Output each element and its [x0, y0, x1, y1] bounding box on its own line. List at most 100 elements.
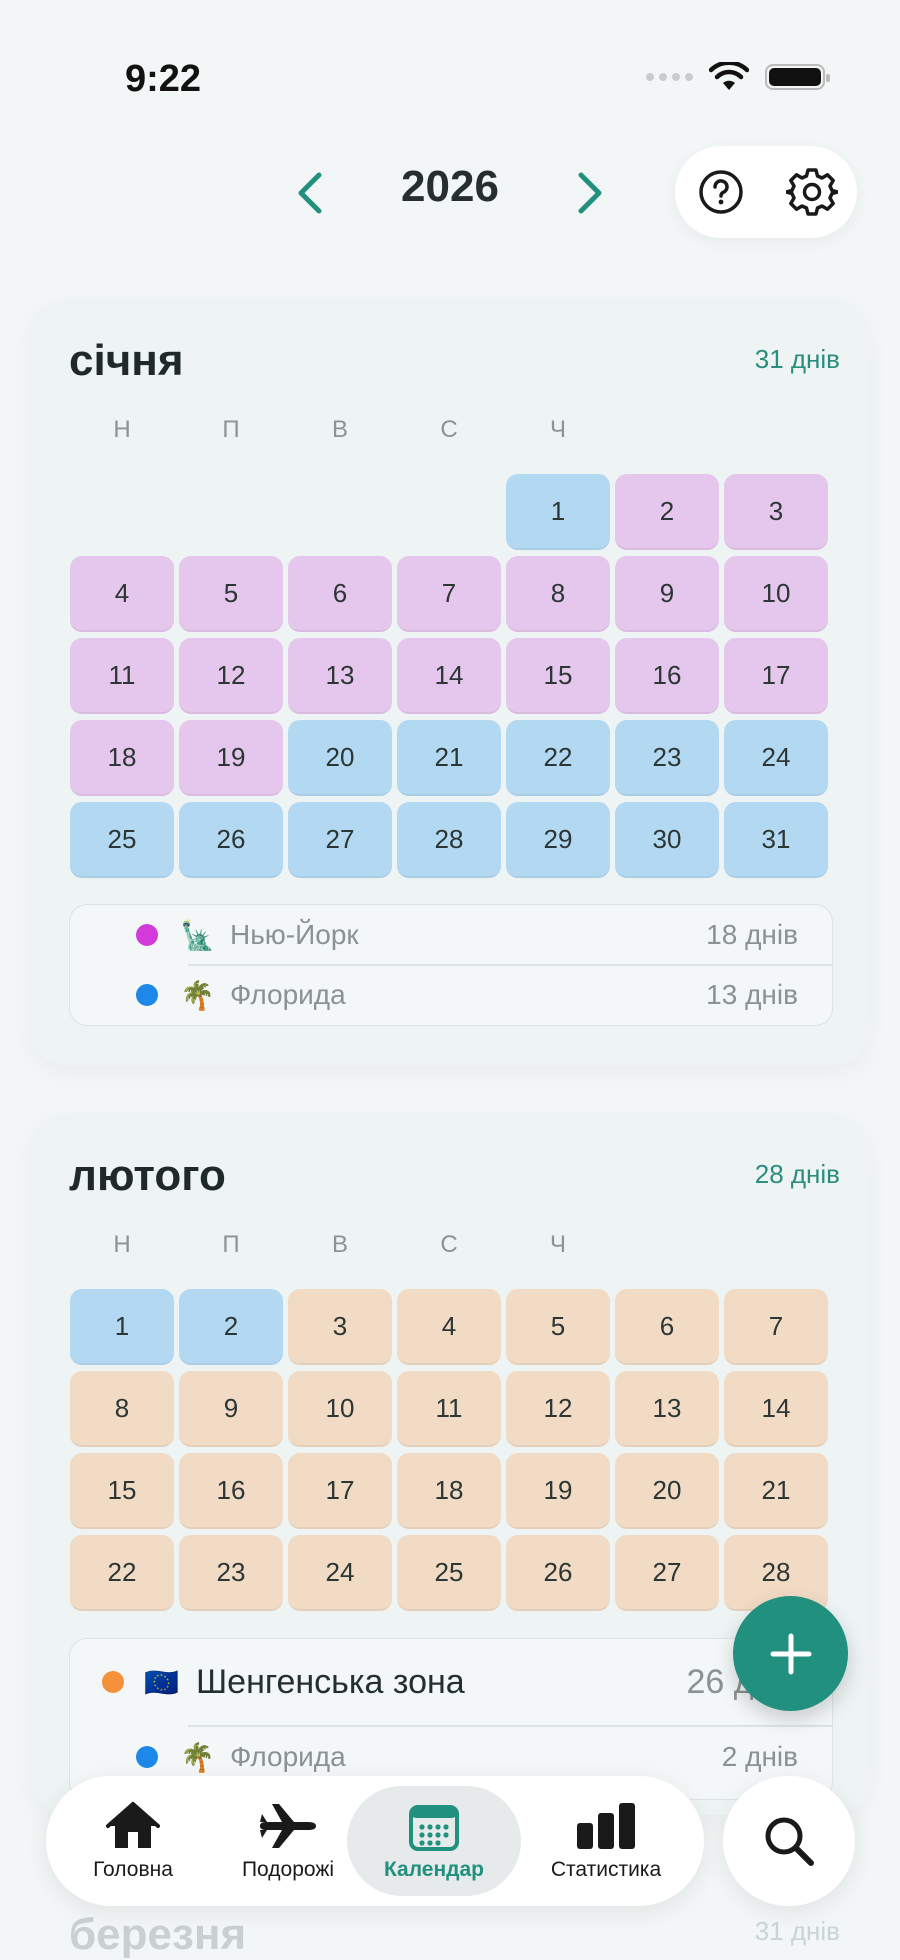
legend-item[interactable]: 🗽 Нью-Йорк 18 днів — [70, 905, 832, 965]
tab-home[interactable]: Головна — [68, 1776, 198, 1906]
battery-icon — [765, 64, 830, 90]
status-time: 9:22 — [125, 58, 202, 100]
tab-calendar[interactable]: Календар — [347, 1776, 521, 1906]
calendar-day[interactable]: 26 — [506, 1535, 610, 1611]
calendar-day[interactable]: 11 — [397, 1371, 501, 1447]
prev-year-button[interactable] — [285, 168, 335, 218]
calendar-day[interactable]: 13 — [615, 1371, 719, 1447]
calendar-day[interactable]: 9 — [179, 1371, 283, 1447]
calendar-day[interactable]: 1 — [506, 474, 610, 550]
calendar-day[interactable]: 19 — [179, 720, 283, 796]
calendar-day[interactable]: 2 — [179, 1289, 283, 1365]
calendar-day[interactable]: 4 — [70, 556, 174, 632]
calendar-day[interactable]: 18 — [397, 1453, 501, 1529]
tab-trips[interactable]: Подорожі — [218, 1776, 358, 1906]
calendar-day[interactable]: 5 — [179, 556, 283, 632]
calendar-day[interactable]: 25 — [70, 802, 174, 878]
calendar-day[interactable]: 7 — [397, 556, 501, 632]
trip-emoji: 🌴 — [180, 979, 215, 1011]
calendar-day[interactable]: 22 — [506, 720, 610, 796]
calendar-day[interactable]: 12 — [506, 1371, 610, 1447]
weekday-label: В — [331, 1231, 348, 1258]
calendar-day[interactable]: 21 — [397, 720, 501, 796]
weekday-label: Ч — [550, 1231, 566, 1258]
settings-button[interactable] — [782, 162, 842, 222]
weekday-label: Н — [113, 416, 131, 443]
calendar-day[interactable]: 12 — [179, 638, 283, 714]
trip-legend: 🗽 Нью-Йорк 18 днів 🌴 Флорида 13 днів — [69, 904, 833, 1026]
color-dot — [136, 924, 158, 946]
calendar-day[interactable]: 19 — [506, 1453, 610, 1529]
month-card-january: січня 31 днів Н П В С Ч 1 2 3 4 5 6 7 8 … — [32, 300, 868, 1065]
month-title: березня — [69, 1910, 247, 1959]
calendar-day[interactable]: 10 — [724, 556, 828, 632]
calendar-day[interactable]: 6 — [615, 1289, 719, 1365]
calendar-day[interactable]: 21 — [724, 1453, 828, 1529]
question-circle-icon — [698, 170, 743, 214]
calendar-icon — [409, 1805, 459, 1851]
calendar-day[interactable]: 24 — [288, 1535, 392, 1611]
calendar-day[interactable]: 25 — [397, 1535, 501, 1611]
calendar-day[interactable]: 4 — [397, 1289, 501, 1365]
calendar-day[interactable]: 5 — [506, 1289, 610, 1365]
month-days-count: 31 днів — [754, 344, 840, 374]
calendar-day[interactable]: 27 — [615, 1535, 719, 1611]
chevron-left-icon — [298, 172, 322, 214]
search-button[interactable] — [723, 1776, 855, 1906]
calendar-day[interactable]: 1 — [70, 1289, 174, 1365]
color-dot — [136, 1746, 158, 1768]
calendar-day[interactable]: 14 — [724, 1371, 828, 1447]
home-icon — [106, 1802, 160, 1848]
calendar-day[interactable]: 28 — [397, 802, 501, 878]
trip-emoji: 🇪🇺 — [144, 1666, 179, 1698]
calendar-day[interactable]: 3 — [724, 474, 828, 550]
weekday-label: П — [222, 1231, 240, 1258]
calendar-day[interactable]: 16 — [615, 638, 719, 714]
bar-chart-icon — [577, 1803, 635, 1849]
calendar-day[interactable]: 10 — [288, 1371, 392, 1447]
calendar-day[interactable]: 2 — [615, 474, 719, 550]
next-year-button[interactable] — [565, 168, 615, 218]
calendar-day[interactable]: 6 — [288, 556, 392, 632]
legend-item[interactable]: 🌴 Флорида 13 днів — [70, 965, 832, 1025]
calendar-day[interactable]: 8 — [506, 556, 610, 632]
weekday-label: П — [222, 416, 240, 443]
trip-emoji: 🌴 — [180, 1741, 215, 1773]
calendar-day[interactable]: 20 — [288, 720, 392, 796]
add-trip-button[interactable] — [733, 1596, 848, 1711]
chevron-right-icon — [578, 172, 602, 214]
calendar-day[interactable]: 18 — [70, 720, 174, 796]
calendar-day[interactable]: 20 — [615, 1453, 719, 1529]
calendar-day[interactable]: 9 — [615, 556, 719, 632]
wifi-icon — [709, 62, 749, 90]
calendar-day[interactable]: 30 — [615, 802, 719, 878]
calendar-day[interactable]: 27 — [288, 802, 392, 878]
legend-item[interactable]: 🇪🇺 Шенгенська зона 26 днів — [70, 1639, 832, 1725]
calendar-day[interactable]: 7 — [724, 1289, 828, 1365]
calendar-day[interactable]: 26 — [179, 802, 283, 878]
calendar-day[interactable]: 17 — [288, 1453, 392, 1529]
color-dot — [102, 1671, 124, 1693]
calendar-day[interactable]: 3 — [288, 1289, 392, 1365]
calendar-day[interactable]: 23 — [615, 720, 719, 796]
calendar-day[interactable]: 14 — [397, 638, 501, 714]
calendar-day[interactable]: 13 — [288, 638, 392, 714]
calendar-day[interactable]: 29 — [506, 802, 610, 878]
calendar-day[interactable]: 23 — [179, 1535, 283, 1611]
top-actions — [675, 146, 857, 238]
weekday-label: Н — [113, 1231, 131, 1258]
trip-name: Нью-Йорк — [230, 919, 359, 950]
calendar-day[interactable]: 11 — [70, 638, 174, 714]
tab-statistics[interactable]: Статистика — [526, 1776, 686, 1906]
calendar-day[interactable]: 8 — [70, 1371, 174, 1447]
calendar-day[interactable]: 15 — [506, 638, 610, 714]
trip-days: 13 днів — [706, 979, 798, 1010]
calendar-day[interactable]: 22 — [70, 1535, 174, 1611]
calendar-day[interactable]: 17 — [724, 638, 828, 714]
calendar-day[interactable]: 15 — [70, 1453, 174, 1529]
help-button[interactable] — [691, 162, 751, 222]
calendar-day[interactable]: 24 — [724, 720, 828, 796]
calendar-day[interactable]: 16 — [179, 1453, 283, 1529]
calendar-day[interactable]: 31 — [724, 802, 828, 878]
weekday-label: В — [331, 416, 348, 443]
